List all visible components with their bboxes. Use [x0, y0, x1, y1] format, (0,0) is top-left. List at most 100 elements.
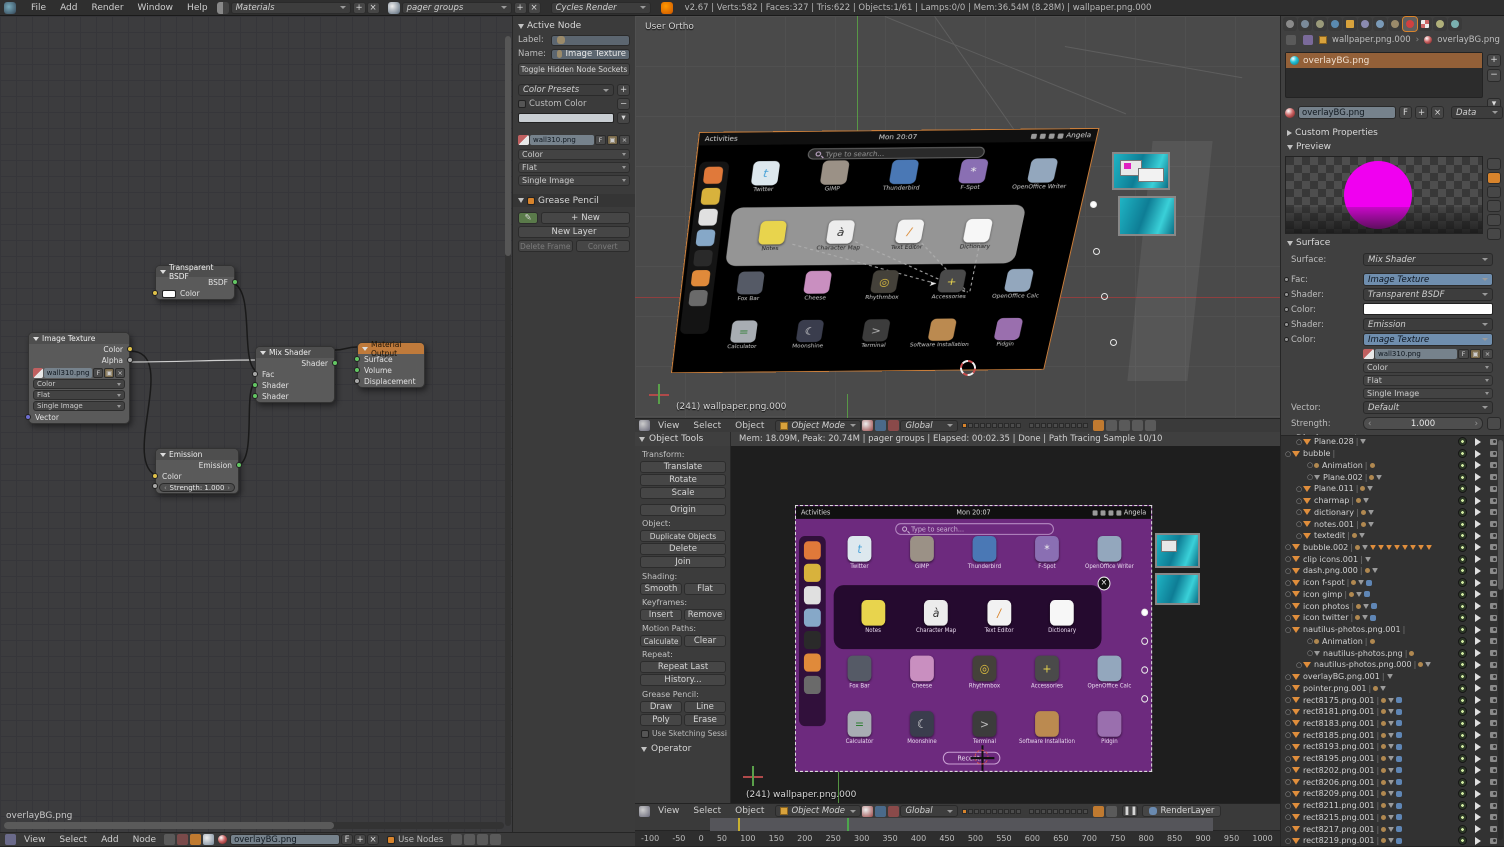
screen-layout-select[interactable]: Materials	[231, 2, 351, 14]
selectable-cursor-icon[interactable]	[1475, 520, 1481, 528]
app-icon[interactable]	[848, 656, 872, 682]
expand-icon[interactable]: ○	[1285, 778, 1292, 786]
visibility-eye-icon[interactable]	[1458, 496, 1467, 505]
shader1-input-socket[interactable]	[252, 382, 258, 388]
datablock-icon[interactable]	[1388, 709, 1394, 714]
app-icon[interactable]	[803, 271, 832, 294]
expand-icon[interactable]: ○	[1285, 602, 1292, 610]
node-mix-shader[interactable]: Mix Shader Shader Fac Shader Shader	[255, 346, 335, 403]
datablock-icon[interactable]	[1388, 803, 1394, 808]
dock-app-icon[interactable]	[691, 270, 711, 286]
selectable-cursor-icon[interactable]	[1475, 590, 1481, 598]
user-menu[interactable]: Angela	[1065, 131, 1092, 140]
outliner-row[interactable]: ○ Plane.028 |	[1281, 436, 1504, 448]
material-slot-selected[interactable]: overlayBG.png	[1286, 53, 1482, 68]
selectable-cursor-icon[interactable]	[1475, 649, 1481, 657]
menu-item[interactable]: Add	[53, 0, 84, 16]
datablock-icon[interactable]	[1381, 838, 1386, 843]
menu-item[interactable]: View	[651, 419, 686, 433]
visibility-eye-icon[interactable]	[1458, 707, 1467, 716]
app-icon[interactable]: +	[937, 269, 967, 292]
mode-select[interactable]: Object Mode	[775, 420, 861, 432]
renderable-camera-icon[interactable]	[1489, 837, 1498, 845]
breadcrumb-material[interactable]: overlayBG.png	[1437, 35, 1500, 45]
volume-input-socket[interactable]	[354, 367, 360, 373]
app-icon[interactable]	[1004, 269, 1034, 292]
renderable-camera-icon[interactable]	[1489, 450, 1498, 458]
renderable-camera-icon[interactable]	[1489, 673, 1498, 681]
snap-icon[interactable]	[477, 834, 488, 845]
datablock-icon[interactable]	[1381, 827, 1386, 832]
renderable-camera-icon[interactable]	[1489, 755, 1498, 763]
renderable-camera-icon[interactable]	[1489, 825, 1498, 833]
datablock-icon[interactable]	[1364, 591, 1370, 597]
datablock-icon[interactable]	[1381, 780, 1386, 785]
new-material-button[interactable]: +	[354, 834, 366, 845]
expand-icon[interactable]: ○	[1296, 497, 1303, 505]
expand-icon[interactable]: ○	[1296, 520, 1303, 528]
datablock-icon[interactable]	[1362, 545, 1368, 550]
datablock-icon[interactable]	[1396, 803, 1402, 809]
panel-image-name-field[interactable]: wall310.png	[530, 135, 594, 145]
tab-world-icon[interactable]	[1328, 17, 1342, 31]
close-scene-button[interactable]: ×	[528, 2, 541, 14]
pivot-icon[interactable]	[875, 420, 886, 431]
expand-icon[interactable]: ○	[1307, 461, 1314, 469]
outliner-row[interactable]: ○ icon f-spot |	[1281, 577, 1504, 589]
node-horizontal-scrollbar[interactable]	[4, 822, 504, 829]
menu-item[interactable]: Object	[728, 804, 771, 818]
repeat-last-button[interactable]: Repeat Last	[640, 661, 726, 673]
expand-icon[interactable]: ○	[1296, 485, 1303, 493]
expand-icon[interactable]: ○	[1285, 708, 1292, 716]
selectable-cursor-icon[interactable]	[1475, 637, 1481, 645]
vector-select[interactable]: Default	[1363, 401, 1493, 414]
renderable-camera-icon[interactable]	[1489, 532, 1498, 540]
datablock-icon[interactable]	[1381, 698, 1386, 703]
datablock-icon[interactable]	[1360, 439, 1366, 444]
datablock-icon[interactable]	[1396, 779, 1402, 785]
scene-select[interactable]: pager groups	[402, 2, 512, 14]
tab-data-icon[interactable]	[1388, 17, 1402, 31]
visibility-eye-icon[interactable]	[1458, 578, 1467, 587]
selectable-cursor-icon[interactable]	[1475, 755, 1481, 763]
selectable-cursor-icon[interactable]	[1475, 626, 1481, 634]
datablock-icon[interactable]	[1396, 709, 1402, 715]
datablock-icon[interactable]	[1363, 498, 1369, 503]
datablock-icon[interactable]	[1365, 557, 1371, 562]
menu-item[interactable]: Help	[180, 0, 215, 16]
app-icon[interactable]: >	[973, 711, 997, 737]
delete-frame-button[interactable]: Delete Frame	[518, 240, 573, 252]
expand-icon[interactable]: ○	[1296, 438, 1303, 446]
visibility-eye-icon[interactable]	[1458, 778, 1467, 787]
visibility-eye-icon[interactable]	[1458, 754, 1467, 763]
selectable-cursor-icon[interactable]	[1475, 473, 1481, 481]
node-vertical-scrollbar[interactable]	[505, 36, 511, 826]
alpha-output-socket[interactable]	[127, 357, 133, 363]
outliner-row[interactable]: ○ rect8202.png.001 |	[1281, 765, 1504, 777]
renderable-camera-icon[interactable]	[1489, 567, 1498, 575]
renderable-camera-icon[interactable]	[1489, 485, 1498, 493]
app-icon[interactable]: à	[826, 220, 856, 244]
image-name-field[interactable]: wall310.png	[1375, 349, 1457, 359]
orientation-select[interactable]: Global	[900, 805, 958, 817]
workspace-thumbnail[interactable]	[1118, 196, 1176, 236]
selectable-cursor-icon[interactable]	[1475, 450, 1481, 458]
outliner-row[interactable]: ○ nautilus-photos.png.001 |	[1281, 624, 1504, 636]
tab-object-icon[interactable]	[1343, 17, 1357, 31]
emission-color-socket[interactable]	[152, 473, 158, 479]
outliner-row[interactable]: ○ rect8185.png.001 |	[1281, 729, 1504, 741]
renderable-camera-icon[interactable]	[1489, 543, 1498, 551]
fake-user-button[interactable]: F	[595, 135, 606, 145]
dock-app-icon[interactable]	[688, 290, 708, 306]
datablock-icon[interactable]	[1396, 697, 1402, 703]
custom-color-checkbox[interactable]	[518, 100, 526, 108]
use-nodes-checkbox[interactable]	[387, 836, 395, 844]
app-icon[interactable]	[993, 318, 1023, 340]
add-preset-button[interactable]: +	[617, 84, 630, 96]
outliner-row[interactable]: ○ nautilus-photos.png.000 |	[1281, 659, 1504, 671]
selectable-cursor-icon[interactable]	[1475, 461, 1481, 469]
expand-icon[interactable]: ○	[1285, 590, 1292, 598]
datablock-icon[interactable]	[1356, 498, 1361, 503]
material-slot-list[interactable]: overlayBG.png	[1285, 52, 1483, 98]
visibility-eye-icon[interactable]	[1458, 473, 1467, 482]
